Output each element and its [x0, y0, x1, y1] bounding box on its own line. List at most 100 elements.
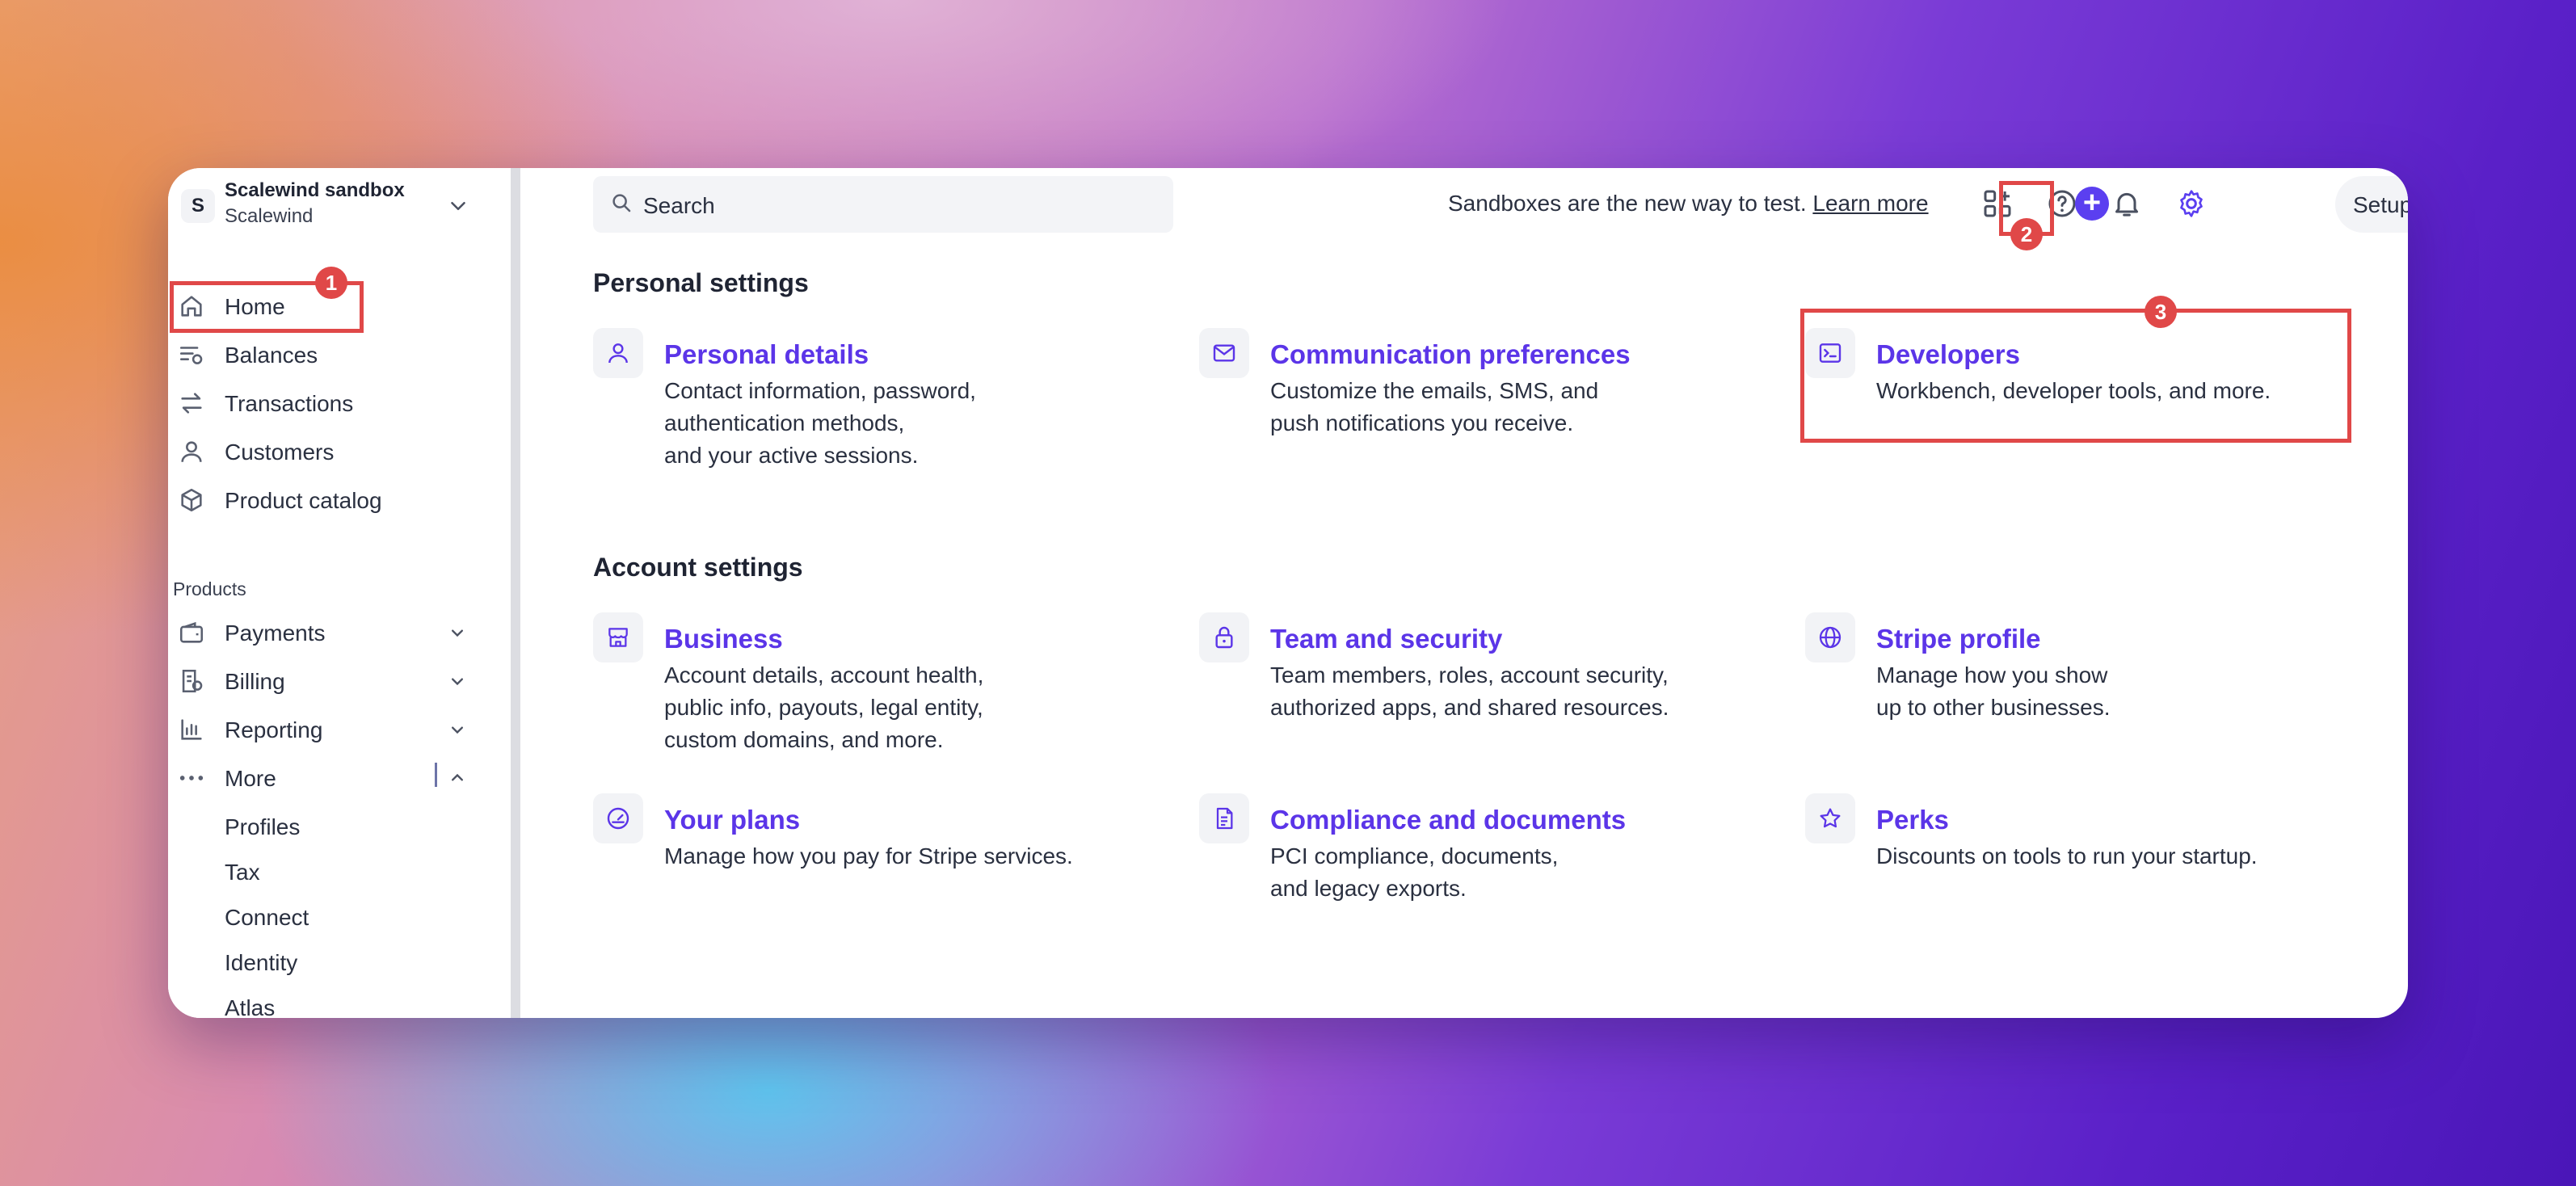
account-settings-heading: Account settings: [593, 553, 803, 582]
create-button[interactable]: +: [2075, 187, 2109, 221]
personal-settings-heading: Personal settings: [593, 268, 809, 297]
description-line: public info, payouts, legal entity,: [664, 695, 983, 720]
your-plans-description: Manage how you pay for Stripe services.: [664, 840, 1073, 873]
chevron-down-icon: [452, 726, 463, 734]
bar-chart-icon: [181, 719, 202, 740]
search-placeholder: Search: [643, 193, 715, 218]
dashboard-window: S Scalewind sandbox Scalewind Home Balan…: [168, 168, 2408, 1018]
bell-icon[interactable]: [2111, 187, 2143, 220]
balances-icon: [179, 347, 203, 364]
team-and-security-description: Team members, roles, account security, a…: [1270, 659, 1669, 724]
description-line: Discounts on tools to run your startup.: [1876, 843, 2258, 868]
communication-preferences-description: Customize the emails, SMS, and push noti…: [1270, 375, 1598, 439]
learn-more-link[interactable]: Learn more: [1812, 191, 1928, 216]
gauge-icon: [593, 793, 643, 843]
description-line: Account details, account health,: [664, 662, 984, 688]
sandbox-message: Sandboxes are the new way to test.: [1448, 191, 1807, 216]
document-icon: [1199, 793, 1249, 843]
compliance-and-documents-link[interactable]: Compliance and documents: [1270, 805, 1626, 835]
sidebar-item-billing[interactable]: Billing: [168, 658, 506, 704]
perks-link[interactable]: Perks: [1876, 805, 1949, 835]
account-org: Scalewind: [225, 205, 314, 227]
setup-guide-button[interactable]: Setup guide: [2335, 176, 2408, 233]
star-icon: [1805, 793, 1855, 843]
sidebar-item-label: Reporting: [225, 717, 323, 742]
more-dots-icon: [179, 776, 204, 780]
description-line: up to other businesses.: [1876, 695, 2111, 720]
main-content: Search Sandboxes are the new way to test…: [435, 168, 2408, 1018]
search-input[interactable]: Search: [593, 176, 1173, 233]
box-icon: [181, 488, 202, 512]
sandbox-banner: Sandboxes are the new way to test. Learn…: [1448, 191, 1929, 217]
your-plans-link[interactable]: Your plans: [664, 805, 800, 835]
sidebar-item-label: Balances: [225, 343, 318, 368]
sidebar-item-label: More: [225, 766, 276, 791]
description-line: and legacy exports.: [1270, 876, 1467, 901]
mail-icon: [1199, 328, 1249, 378]
personal-details-description: Contact information, password, authentic…: [664, 375, 976, 472]
transactions-icon: [181, 393, 202, 414]
sidebar-item-label: Transactions: [225, 391, 354, 416]
gear-icon[interactable]: [2175, 187, 2208, 220]
chevron-up-icon: [452, 773, 463, 781]
communication-preferences-link[interactable]: Communication preferences: [1270, 339, 1631, 370]
person-icon: [181, 441, 202, 462]
billing-icon: [182, 669, 203, 693]
description-line: PCI compliance, documents,: [1270, 843, 1559, 868]
store-icon: [593, 612, 643, 662]
annotation-badge-2: 2: [2010, 218, 2043, 250]
description-line: Team members, roles, account security,: [1270, 662, 1669, 688]
description-line: Contact information, password,: [664, 378, 976, 403]
search-icon: [612, 194, 631, 212]
sidebar-subitem-connect[interactable]: Connect: [225, 905, 309, 931]
account-name: Scalewind sandbox: [225, 179, 405, 201]
description-line: custom domains, and more.: [664, 727, 944, 752]
chevron-down-icon: [451, 202, 465, 210]
annotation-badge-3: 3: [2145, 296, 2177, 328]
wallet-icon: [179, 621, 204, 643]
compliance-and-documents-description: PCI compliance, documents, and legacy ex…: [1270, 840, 1558, 905]
sidebar-subitem-profiles[interactable]: Profiles: [225, 814, 300, 840]
sidebar-item-customers[interactable]: Customers: [168, 428, 506, 475]
account-switcher[interactable]: S Scalewind sandbox Scalewind: [168, 168, 506, 246]
lock-icon: [1199, 612, 1249, 662]
description-line: Customize the emails, SMS, and: [1270, 378, 1599, 403]
sidebar-item-more[interactable]: More: [168, 755, 506, 801]
sidebar-divider[interactable]: [511, 168, 520, 1018]
sidebar-item-reporting[interactable]: Reporting: [168, 706, 506, 753]
stripe-profile-description: Manage how you show up to other business…: [1876, 659, 2111, 724]
sidebar-item-balances[interactable]: Balances: [168, 331, 506, 378]
business-link[interactable]: Business: [664, 624, 783, 654]
personal-details-link[interactable]: Personal details: [664, 339, 869, 370]
business-description: Account details, account health, public …: [664, 659, 983, 756]
sidebar-item-label: Payments: [225, 620, 326, 646]
team-and-security-link[interactable]: Team and security: [1270, 624, 1502, 654]
description-line: authorized apps, and shared resources.: [1270, 695, 1669, 720]
stripe-profile-link[interactable]: Stripe profile: [1876, 624, 2041, 654]
text-caret: [435, 763, 437, 787]
description-line: Manage how you show: [1876, 662, 2108, 688]
perks-description: Discounts on tools to run your startup.: [1876, 840, 2258, 873]
setup-guide-label: Setup guide: [2353, 192, 2408, 217]
chevron-down-icon: [452, 629, 463, 637]
sidebar-item-label: Customers: [225, 439, 335, 465]
chevron-down-icon: [452, 678, 463, 686]
sidebar-item-product-catalog[interactable]: Product catalog: [168, 477, 506, 524]
sidebar-item-label: Billing: [225, 669, 285, 694]
products-section-label: Products: [173, 578, 246, 599]
person-icon: [593, 328, 643, 378]
sidebar-item-payments[interactable]: Payments: [168, 609, 506, 656]
sidebar-subitem-identity[interactable]: Identity: [225, 950, 297, 976]
sidebar-subitem-atlas[interactable]: Atlas: [225, 995, 275, 1018]
sidebar-subitem-tax[interactable]: Tax: [225, 860, 260, 885]
description-line: push notifications you receive.: [1270, 410, 1574, 435]
annotation-badge-1: 1: [315, 267, 347, 299]
description-line: and your active sessions.: [664, 443, 919, 468]
sidebar-item-transactions[interactable]: Transactions: [168, 380, 506, 427]
account-avatar: S: [181, 189, 215, 223]
globe-icon: [1805, 612, 1855, 662]
description-line: Manage how you pay for Stripe services.: [664, 843, 1073, 868]
description-line: authentication methods,: [664, 410, 905, 435]
sidebar-item-label: Product catalog: [225, 488, 382, 513]
annotation-box-developers: [1800, 309, 2351, 443]
